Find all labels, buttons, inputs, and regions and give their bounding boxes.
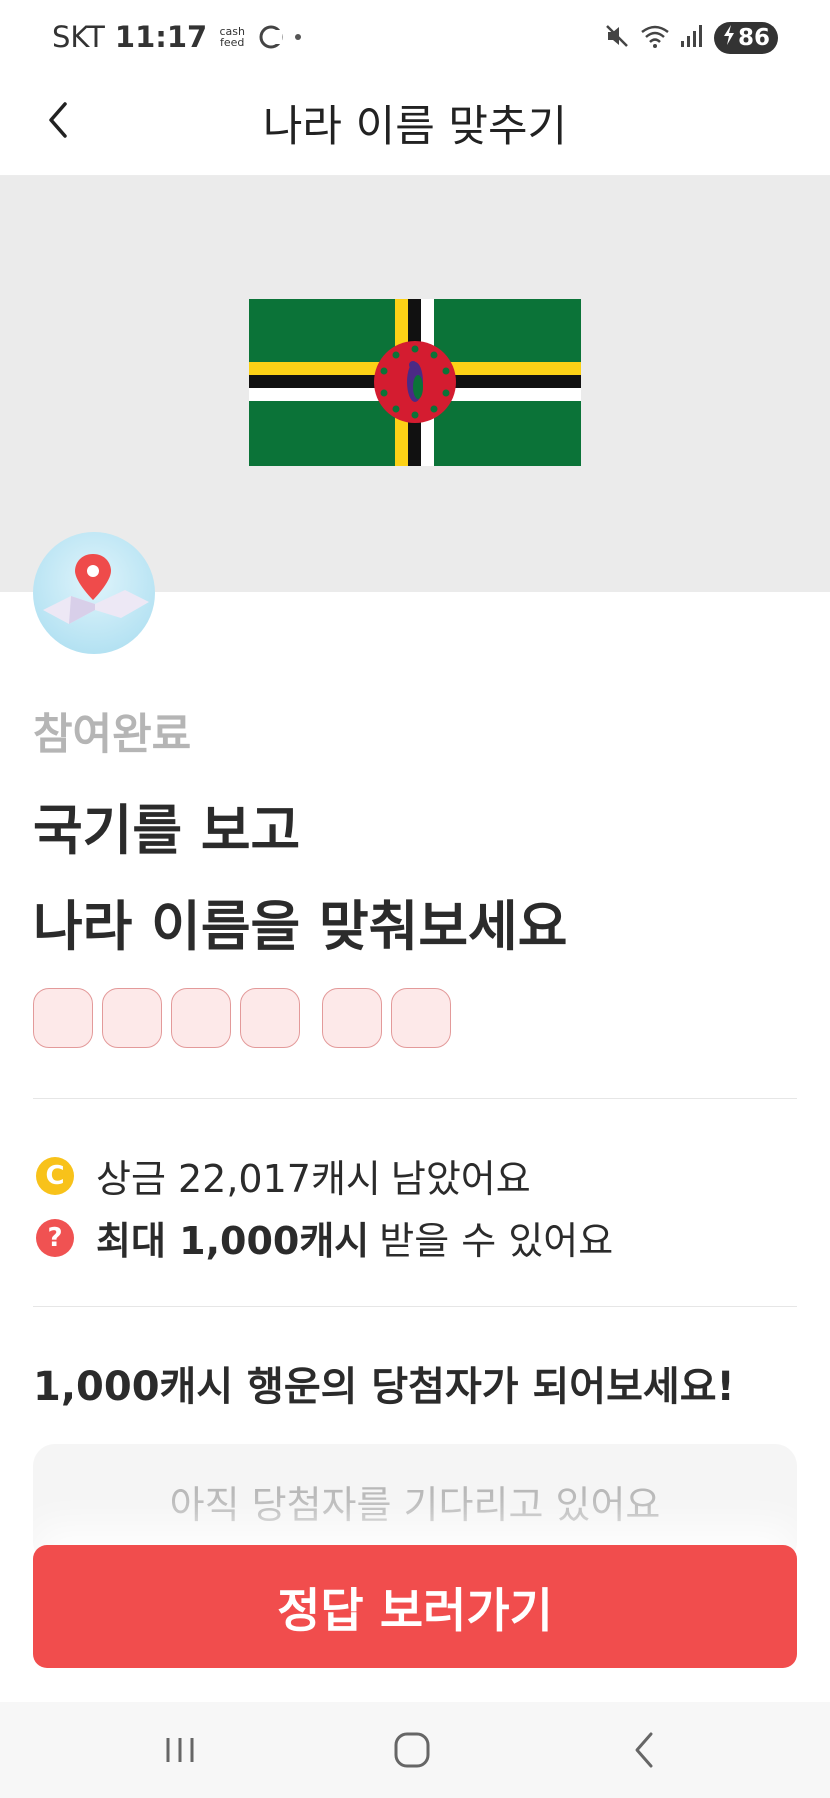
nav-back-icon bbox=[635, 1732, 653, 1768]
answer-boxes bbox=[33, 988, 460, 1048]
notification-icon bbox=[257, 23, 285, 51]
status-dot-icon bbox=[295, 34, 302, 40]
page-title: 나라 이름 맞추기 bbox=[262, 102, 568, 152]
view-answer-button[interactable]: 정답 보러가기 bbox=[33, 1545, 797, 1668]
nav-back-button[interactable] bbox=[608, 1722, 680, 1778]
max-reward-row: ? 최대 1,000캐시 받을 수 있어요 bbox=[36, 1210, 613, 1265]
word-gap bbox=[309, 988, 322, 1048]
divider bbox=[33, 1306, 797, 1307]
max-reward-suffix: 받을 수 있어요 bbox=[379, 1219, 614, 1263]
cashfeed-label: cash feed bbox=[219, 25, 245, 49]
answer-letter-box bbox=[102, 988, 162, 1048]
winner-placeholder: 아직 당첨자를 기다리고 있어요 bbox=[169, 1483, 661, 1527]
prize-remaining-row: C 상금 22,017캐시 남았어요 bbox=[36, 1148, 531, 1203]
country-flag bbox=[249, 299, 581, 466]
answer-letter-box bbox=[240, 988, 300, 1048]
recents-icon bbox=[166, 1738, 194, 1762]
divider bbox=[33, 1098, 797, 1099]
prize-remaining-suffix: 남았어요 bbox=[390, 1157, 531, 1201]
answer-letter-box bbox=[33, 988, 93, 1048]
battery-level: 86 bbox=[737, 25, 770, 51]
question-text-line2: 나라 이름을 맞춰보세요 bbox=[33, 895, 568, 958]
app-header: 나라 이름 맞추기 bbox=[0, 62, 830, 176]
question-icon: ? bbox=[36, 1218, 74, 1257]
status-left: SKT 11:17 cash feed bbox=[52, 20, 302, 54]
answer-letter-box bbox=[322, 988, 382, 1048]
participation-status: 참여완료 bbox=[33, 710, 192, 760]
status-right: 86 bbox=[604, 22, 778, 54]
question-text-line1: 국기를 보고 bbox=[33, 799, 301, 862]
signal-icon bbox=[680, 23, 704, 53]
wifi-icon bbox=[640, 23, 670, 53]
home-icon bbox=[394, 1732, 430, 1768]
lucky-winner-title: 1,000캐시 행운의 당첨자가 되어보세요! bbox=[33, 1364, 735, 1410]
status-time: 11:17 bbox=[114, 20, 208, 54]
status-bar: SKT 11:17 cash feed 86 bbox=[0, 0, 830, 62]
battery-indicator: 86 bbox=[713, 22, 778, 54]
answer-letter-box bbox=[391, 988, 451, 1048]
carrier-label: SKT bbox=[52, 20, 105, 54]
system-nav-bar bbox=[0, 1702, 830, 1798]
coin-icon: C bbox=[36, 1156, 74, 1195]
recents-button[interactable] bbox=[144, 1722, 216, 1778]
charging-icon bbox=[722, 24, 736, 52]
home-button[interactable] bbox=[376, 1722, 448, 1778]
prize-remaining-amount: 상금 22,017캐시 bbox=[96, 1157, 381, 1201]
flag-area bbox=[0, 176, 830, 592]
max-reward-amount: 최대 1,000캐시 bbox=[96, 1219, 370, 1263]
map-pin-icon bbox=[43, 554, 149, 624]
map-quiz-icon bbox=[33, 532, 155, 654]
mute-icon bbox=[604, 23, 630, 53]
answer-letter-box bbox=[171, 988, 231, 1048]
